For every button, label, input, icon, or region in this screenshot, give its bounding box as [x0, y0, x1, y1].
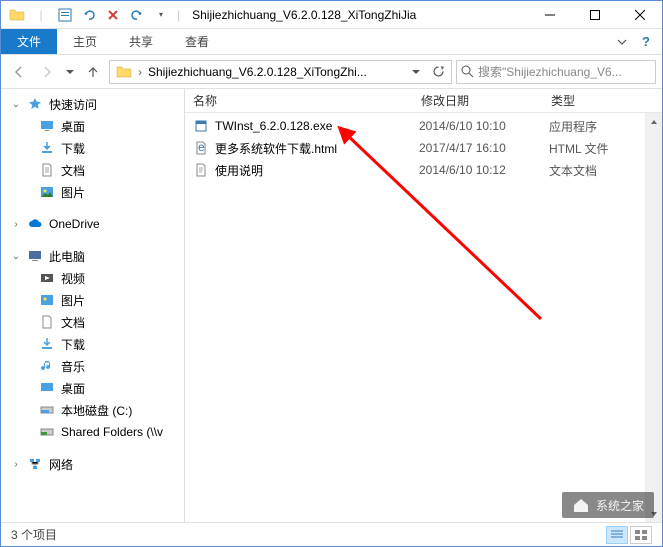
chevron-down-icon[interactable]: ⌄: [11, 99, 21, 110]
navbar: › Shijiezhichuang_V6.2.0.128_XiTongZhi..…: [1, 55, 662, 89]
sidebar-item-desktop[interactable]: 桌面: [1, 115, 184, 137]
sidebar-item-pictures[interactable]: 图片: [1, 181, 184, 203]
view-details-button[interactable]: [606, 526, 628, 544]
breadcrumb-folder[interactable]: Shijiezhichuang_V6.2.0.128_XiTongZhi...: [144, 61, 371, 83]
chevron-right-icon[interactable]: ›: [11, 459, 21, 470]
content-area: 名称 修改日期 类型 TWInst_6.2.0.128.exe 2014/6/1…: [185, 89, 662, 522]
maximize-button[interactable]: [572, 1, 617, 29]
chevron-right-icon[interactable]: ›: [11, 219, 21, 230]
ribbon-tab-view[interactable]: 查看: [169, 29, 225, 54]
document-icon: [39, 162, 55, 178]
star-icon: [27, 96, 43, 112]
sidebar-item-pc-documents[interactable]: 文档: [1, 311, 184, 333]
pc-icon: [27, 248, 43, 264]
properties-icon[interactable]: [55, 5, 75, 25]
network-icon: [27, 456, 43, 472]
status-item-count: 3 个项目: [11, 526, 57, 543]
file-tab[interactable]: 文件: [1, 29, 57, 54]
scroll-up-button[interactable]: [645, 113, 662, 130]
document-icon: [39, 314, 55, 330]
delete-icon[interactable]: [103, 5, 123, 25]
sidebar-item-pc-downloads[interactable]: 下载: [1, 333, 184, 355]
ribbon-collapse-icon[interactable]: [612, 34, 632, 50]
download-icon: [39, 140, 55, 156]
column-date[interactable]: 修改日期: [413, 89, 543, 112]
vertical-scrollbar[interactable]: [645, 113, 662, 522]
search-placeholder: 搜索"Shijiezhichuang_V6...: [478, 63, 622, 80]
file-row[interactable]: TWInst_6.2.0.128.exe 2014/6/10 10:10 应用程…: [185, 115, 662, 137]
file-row[interactable]: e 更多系统软件下载.html 2017/4/17 16:10 HTML 文件: [185, 137, 662, 159]
txt-icon: [193, 162, 209, 178]
window-title: Shijiezhichuang_V6.2.0.128_XiTongZhiJia: [188, 8, 527, 22]
column-type[interactable]: 类型: [543, 89, 643, 112]
close-button[interactable]: [617, 1, 662, 29]
sidebar-item-videos[interactable]: 视频: [1, 267, 184, 289]
nav-back-button[interactable]: [7, 60, 31, 84]
sidebar-item-documents[interactable]: 文档: [1, 159, 184, 181]
help-icon[interactable]: ?: [638, 32, 654, 51]
sidebar-quick-access[interactable]: ⌄ 快速访问: [1, 93, 184, 115]
view-icons-button[interactable]: [630, 526, 652, 544]
search-box[interactable]: 搜索"Shijiezhichuang_V6...: [456, 60, 656, 84]
chevron-down-icon[interactable]: ⌄: [11, 251, 21, 262]
disk-icon: [39, 402, 55, 418]
column-name[interactable]: 名称: [185, 89, 413, 112]
qat-dropdown-icon[interactable]: ▾: [151, 5, 171, 25]
desktop-icon: [39, 380, 55, 396]
folder-icon: [7, 5, 27, 25]
sidebar-this-pc[interactable]: ⌄ 此电脑: [1, 245, 184, 267]
window-controls: [527, 1, 662, 29]
sidebar-item-shared-folders[interactable]: Shared Folders (\\v: [1, 421, 184, 443]
sidebar-item-pc-pictures[interactable]: 图片: [1, 289, 184, 311]
undo-icon[interactable]: [79, 5, 99, 25]
minimize-button[interactable]: [527, 1, 572, 29]
qat-separator: |: [31, 5, 51, 25]
redo-icon[interactable]: [127, 5, 147, 25]
file-list: TWInst_6.2.0.128.exe 2014/6/10 10:10 应用程…: [185, 113, 662, 522]
search-icon: [461, 65, 474, 78]
exe-icon: [193, 118, 209, 134]
titlebar: | ▾ | Shijiezhichuang_V6.2.0.128_XiTongZ…: [1, 1, 662, 29]
netdrive-icon: [39, 424, 55, 440]
breadcrumb-root[interactable]: [112, 61, 136, 83]
cloud-icon: [27, 216, 43, 232]
refresh-button[interactable]: [427, 61, 449, 83]
ribbon-tab-home[interactable]: 主页: [57, 29, 113, 54]
main-area: ⌄ 快速访问 桌面 下载 文档 图片 › OneDrive ⌄: [1, 89, 662, 522]
quick-access-toolbar: | ▾ |: [1, 5, 188, 25]
nav-forward-button[interactable]: [35, 60, 59, 84]
svg-text:e: e: [198, 141, 205, 154]
nav-up-button[interactable]: [81, 60, 105, 84]
sidebar-item-pc-desktop[interactable]: 桌面: [1, 377, 184, 399]
chevron-right-icon[interactable]: ›: [136, 65, 144, 79]
file-row[interactable]: 使用说明 2014/6/10 10:12 文本文档: [185, 159, 662, 181]
download-icon: [39, 336, 55, 352]
ribbon-tab-share[interactable]: 共享: [113, 29, 169, 54]
video-icon: [39, 270, 55, 286]
sidebar-onedrive[interactable]: › OneDrive: [1, 213, 184, 235]
ribbon: 文件 主页 共享 查看 ?: [1, 29, 662, 55]
scroll-down-button[interactable]: [645, 505, 662, 522]
address-bar[interactable]: › Shijiezhichuang_V6.2.0.128_XiTongZhi..…: [109, 60, 452, 84]
statusbar: 3 个项目: [1, 522, 662, 546]
music-icon: [39, 358, 55, 374]
sidebar-item-music[interactable]: 音乐: [1, 355, 184, 377]
sidebar-item-downloads[interactable]: 下载: [1, 137, 184, 159]
address-dropdown-button[interactable]: [405, 61, 427, 83]
html-icon: e: [193, 140, 209, 156]
pictures-icon: [39, 292, 55, 308]
nav-history-dropdown[interactable]: [63, 68, 77, 76]
sidebar-label: 快速访问: [49, 96, 97, 113]
sidebar-item-disk-c[interactable]: 本地磁盘 (C:): [1, 399, 184, 421]
sidebar-network[interactable]: › 网络: [1, 453, 184, 475]
pictures-icon: [39, 184, 55, 200]
desktop-icon: [39, 118, 55, 134]
column-headers: 名称 修改日期 类型: [185, 89, 662, 113]
sidebar: ⌄ 快速访问 桌面 下载 文档 图片 › OneDrive ⌄: [1, 89, 185, 522]
